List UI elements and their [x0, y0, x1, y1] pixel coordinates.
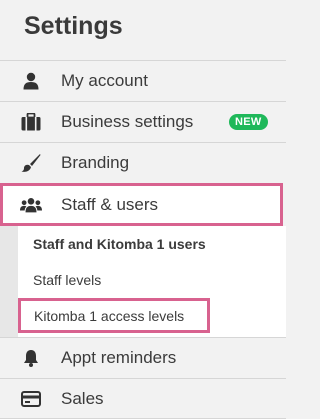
menu-item-label: Business settings	[61, 112, 194, 131]
settings-panel: Settings My account Business settings NE…	[0, 0, 286, 419]
menu-item-branding[interactable]: Branding	[0, 142, 286, 183]
new-badge: NEW	[229, 114, 268, 130]
staff-users-submenu: Staff and Kitomba 1 users Staff levels K…	[0, 226, 286, 337]
menu-item-appt-reminders[interactable]: Appt reminders	[0, 337, 286, 378]
menu-item-label: Branding	[61, 153, 130, 172]
menu-item-label: Staff & users	[61, 194, 159, 214]
submenu-item-staff-kitomba-users[interactable]: Staff and Kitomba 1 users	[0, 226, 286, 262]
paintbrush-icon	[20, 152, 42, 174]
credit-card-icon	[20, 388, 42, 410]
briefcase-icon	[20, 111, 42, 133]
menu-item-label: My account	[61, 71, 148, 90]
bell-icon	[20, 347, 42, 369]
submenu-item-staff-levels[interactable]: Staff levels	[0, 262, 286, 298]
settings-menu: My account Business settings NEW Brandin…	[0, 60, 286, 419]
page-title: Settings	[24, 12, 123, 40]
menu-item-staff-users[interactable]: Staff & users	[0, 183, 283, 226]
menu-item-label: Appt reminders	[61, 348, 177, 367]
users-icon	[20, 194, 42, 216]
menu-item-my-account[interactable]: My account	[0, 60, 286, 101]
menu-item-business-settings[interactable]: Business settings NEW	[0, 101, 286, 142]
user-icon	[20, 70, 42, 92]
menu-item-sales[interactable]: Sales	[0, 378, 286, 419]
menu-item-label: Sales	[61, 388, 104, 408]
submenu-item-kitomba-access-levels[interactable]: Kitomba 1 access levels	[18, 298, 210, 333]
